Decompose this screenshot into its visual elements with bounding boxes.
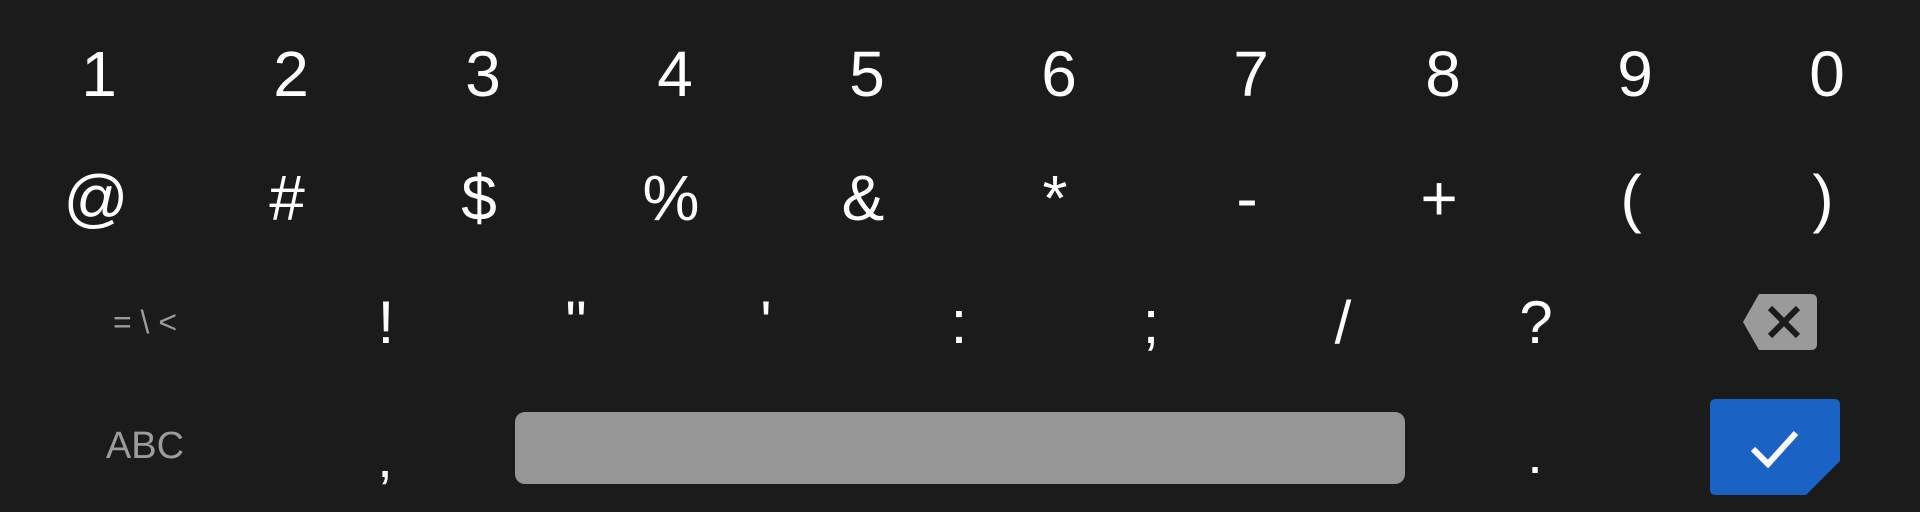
key-comma[interactable]: , <box>320 396 450 496</box>
bottom-row: ABC , . <box>0 396 1920 496</box>
more-symbols-key[interactable]: = \ < <box>45 272 245 372</box>
key-slash[interactable]: / <box>1247 272 1439 372</box>
digit-row: 1 2 3 4 5 6 7 8 9 0 <box>0 24 1920 124</box>
key-4[interactable]: 4 <box>579 24 771 124</box>
key-open-paren[interactable]: ( <box>1535 148 1727 248</box>
key-close-paren[interactable]: ) <box>1727 148 1919 248</box>
enter-key[interactable] <box>1710 399 1840 495</box>
key-5[interactable]: 5 <box>771 24 963 124</box>
key-8[interactable]: 8 <box>1347 24 1539 124</box>
key-3[interactable]: 3 <box>387 24 579 124</box>
key-6[interactable]: 6 <box>963 24 1155 124</box>
key-question[interactable]: ? <box>1440 272 1632 372</box>
key-percent[interactable]: % <box>575 148 767 248</box>
key-single-quote[interactable]: ' <box>670 272 862 372</box>
abc-key[interactable]: ABC <box>45 396 245 496</box>
symbol-row: @ # $ % & * - + ( ) <box>0 148 1920 248</box>
key-period[interactable]: . <box>1470 396 1600 496</box>
backspace-key[interactable] <box>1700 272 1860 372</box>
punctuation-row: = \ < ! " ' : ; / ? <box>0 272 1920 372</box>
key-semicolon[interactable]: ; <box>1055 272 1247 372</box>
key-0[interactable]: 0 <box>1731 24 1920 124</box>
checkmark-icon <box>1710 399 1840 495</box>
key-asterisk[interactable]: * <box>959 148 1151 248</box>
key-exclamation[interactable]: ! <box>290 272 482 372</box>
key-ampersand[interactable]: & <box>767 148 959 248</box>
key-2[interactable]: 2 <box>195 24 387 124</box>
key-plus[interactable]: + <box>1343 148 1535 248</box>
key-7[interactable]: 7 <box>1155 24 1347 124</box>
key-9[interactable]: 9 <box>1539 24 1731 124</box>
key-double-quote[interactable]: " <box>480 272 672 372</box>
key-at[interactable]: @ <box>0 148 192 248</box>
key-colon[interactable]: : <box>863 272 1055 372</box>
key-minus[interactable]: - <box>1151 148 1343 248</box>
key-dollar[interactable]: $ <box>383 148 575 248</box>
key-1[interactable]: 1 <box>3 24 195 124</box>
key-hash[interactable]: # <box>191 148 383 248</box>
space-key[interactable] <box>515 412 1405 484</box>
symbol-keyboard: 1 2 3 4 5 6 7 8 9 0 @ # $ % & * - + ( ) … <box>0 0 1920 512</box>
backspace-icon <box>1743 294 1817 350</box>
